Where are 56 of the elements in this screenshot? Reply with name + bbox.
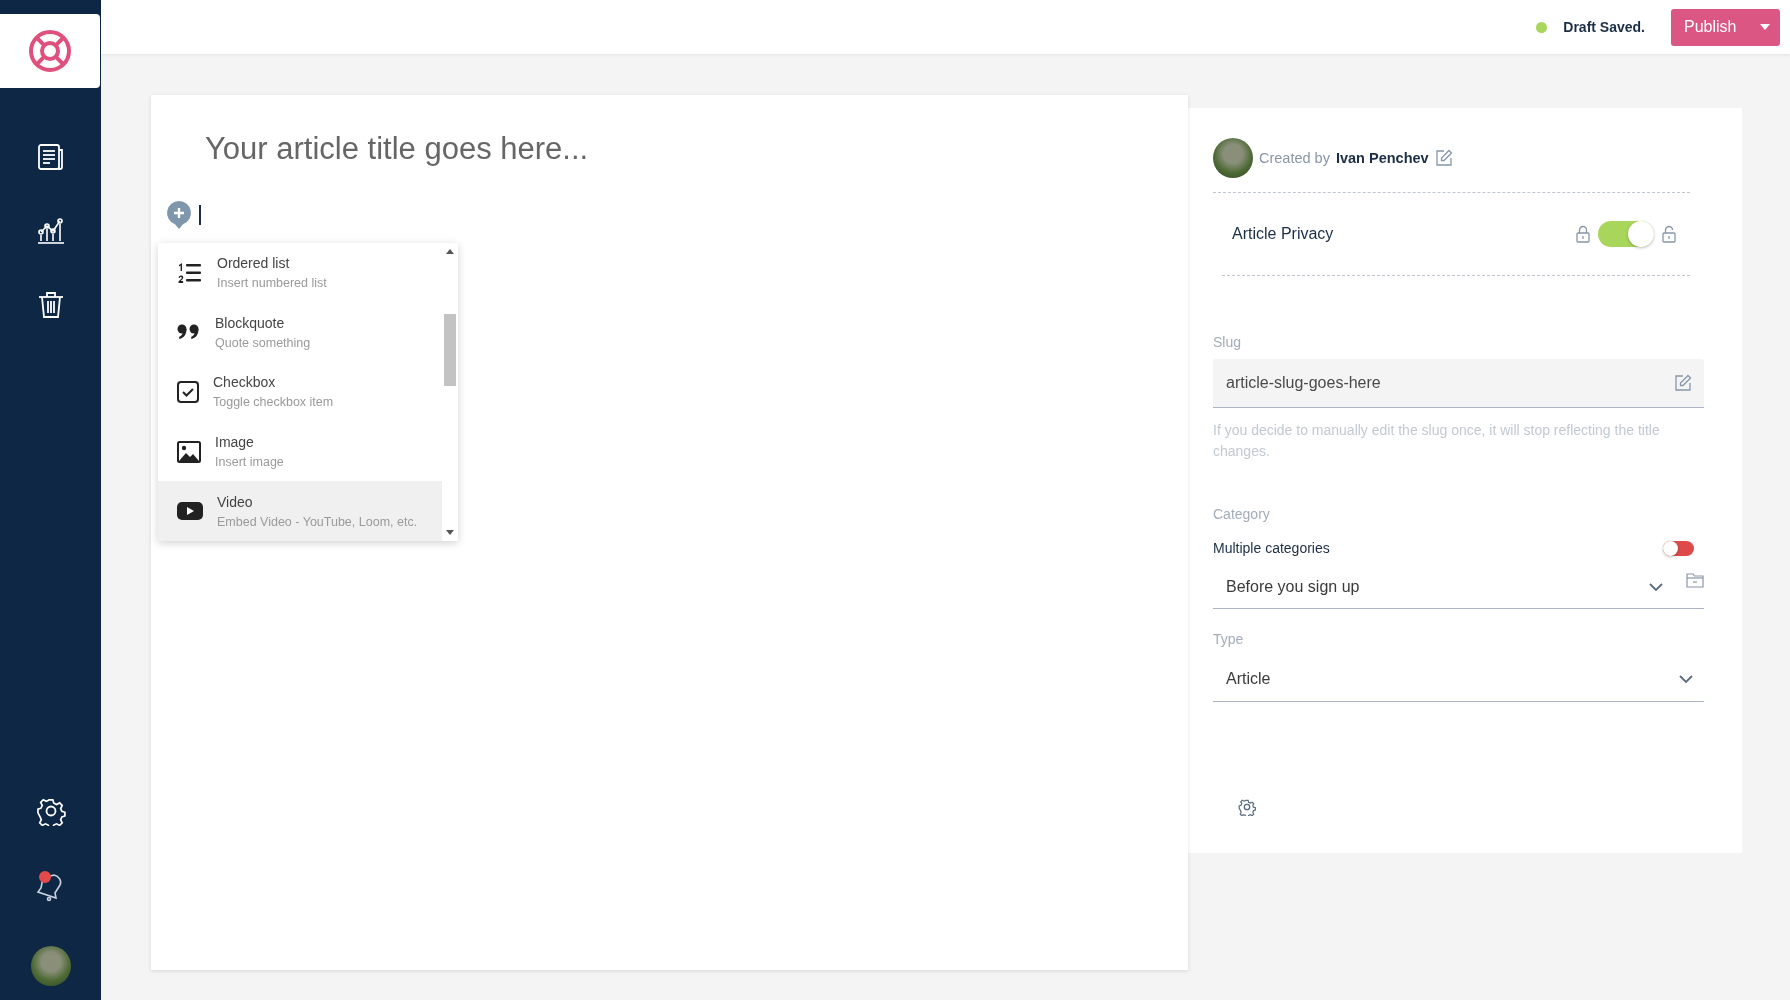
menu-item-label: Video (217, 493, 254, 510)
multiple-categories-label: Multiple categories (1213, 540, 1330, 556)
lifebuoy-logo-icon (27, 28, 73, 74)
text-cursor (199, 205, 201, 225)
menu-item[interactable]: Ordered list Insert numbered list (158, 243, 442, 303)
menu-item-description: Insert numbered list (217, 276, 327, 291)
avatar (1213, 138, 1253, 178)
chevron-down-icon (1648, 582, 1664, 592)
slug-hint: If you decide to manually edit the slug once, it will stop reflecting the title changes. (1213, 421, 1661, 461)
quote-icon (177, 324, 201, 341)
menu-item-label: Checkbox (213, 374, 277, 391)
privacy-toggle[interactable] (1598, 221, 1654, 247)
lock-icon (1576, 225, 1590, 243)
save-status: Draft Saved. (1563, 19, 1645, 35)
checkbox-icon (177, 381, 199, 403)
menu-item-label: Blockquote (215, 314, 286, 331)
add-block-icon[interactable] (165, 199, 193, 231)
menu-item-description: Toggle checkbox item (213, 395, 334, 410)
unlock-icon (1662, 225, 1676, 243)
menu-item[interactable]: Checkbox Toggle checkbox item (158, 362, 442, 422)
scroll-down-arrow-icon[interactable] (446, 530, 454, 535)
slug-label: Slug (1213, 334, 1243, 350)
menu-item-description: Insert image (215, 455, 284, 470)
caret-icon[interactable] (1760, 24, 1770, 30)
edit-icon[interactable] (1434, 149, 1453, 167)
newspaper-icon[interactable] (35, 142, 66, 172)
type-select[interactable]: Article (1213, 657, 1704, 702)
play-video-icon (177, 502, 203, 521)
menu-item-label: Ordered list (217, 255, 291, 272)
type-label: Type (1213, 631, 1245, 647)
category-label: Category (1213, 506, 1271, 522)
chart-icon[interactable] (35, 216, 66, 246)
multiple-categories-toggle[interactable] (1663, 540, 1694, 556)
settings-icon[interactable] (35, 796, 66, 826)
menu-item-description: Quote something (215, 335, 311, 350)
image-icon (177, 440, 201, 463)
privacy-label: Article Privacy (1232, 225, 1335, 243)
edit-icon[interactable] (1674, 374, 1692, 392)
scroll-up-arrow-icon[interactable] (446, 249, 454, 254)
category-select[interactable]: Before you sign up (1213, 566, 1704, 609)
author-name: Ivan Penchev (1335, 150, 1429, 166)
numbered-list-icon (177, 260, 203, 285)
menu-item-label: Image (215, 434, 255, 451)
menu-item[interactable]: Blockquote Quote something (158, 302, 442, 363)
avatar[interactable] (30, 946, 71, 986)
title-input[interactable]: Your article title goes here... (205, 131, 1188, 167)
slug-field[interactable]: article-slug-goes-here (1213, 359, 1704, 408)
logo-tile[interactable] (0, 14, 100, 88)
menu-item-description: Embed Video - YouTube, Loom, etc. (217, 514, 418, 529)
created-by-label: Created by (1259, 150, 1330, 166)
status-dot (1536, 21, 1548, 33)
chevron-down-icon (1678, 674, 1694, 684)
scrollbar-thumb[interactable] (444, 314, 456, 386)
publish-button[interactable]: Publish (1671, 8, 1780, 46)
menu-item[interactable]: Video Embed Video - YouTube, Loom, etc. (158, 481, 442, 541)
menu-item[interactable]: Image Insert image (158, 421, 442, 482)
